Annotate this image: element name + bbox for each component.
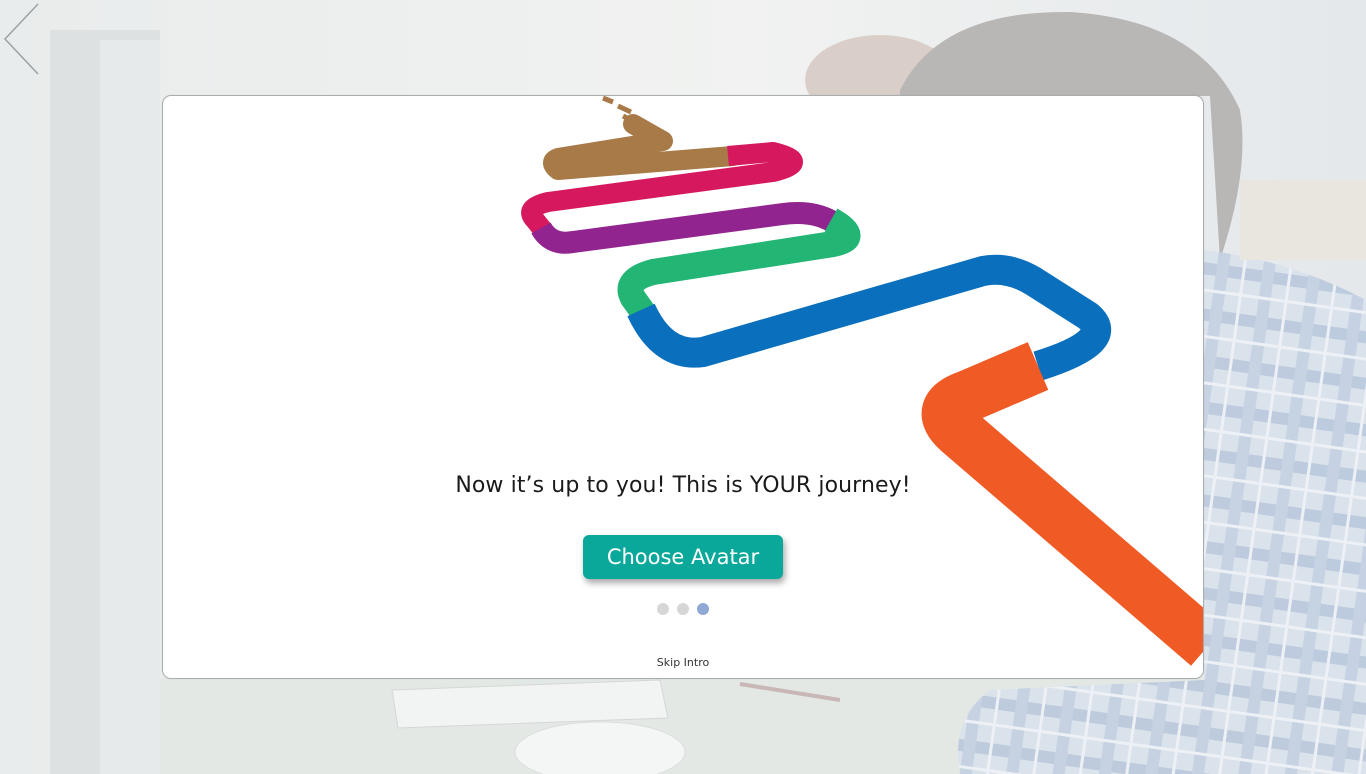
journey-path-illustration	[521, 96, 1203, 666]
pagination-dot-2[interactable]	[677, 603, 689, 615]
choose-avatar-button[interactable]: Choose Avatar	[583, 535, 783, 579]
pagination-dot-3[interactable]	[697, 603, 709, 615]
slide-pagination	[163, 603, 1203, 615]
pagination-dot-1[interactable]	[657, 603, 669, 615]
skip-intro-container: Skip Intro	[163, 656, 1203, 669]
intro-dialog: Now it’s up to you! This is YOUR journey…	[162, 95, 1204, 679]
chevron-left-icon[interactable]	[0, 0, 44, 78]
slide-headline: Now it’s up to you! This is YOUR journey…	[455, 473, 911, 498]
skip-intro-link[interactable]: Skip Intro	[657, 656, 709, 669]
